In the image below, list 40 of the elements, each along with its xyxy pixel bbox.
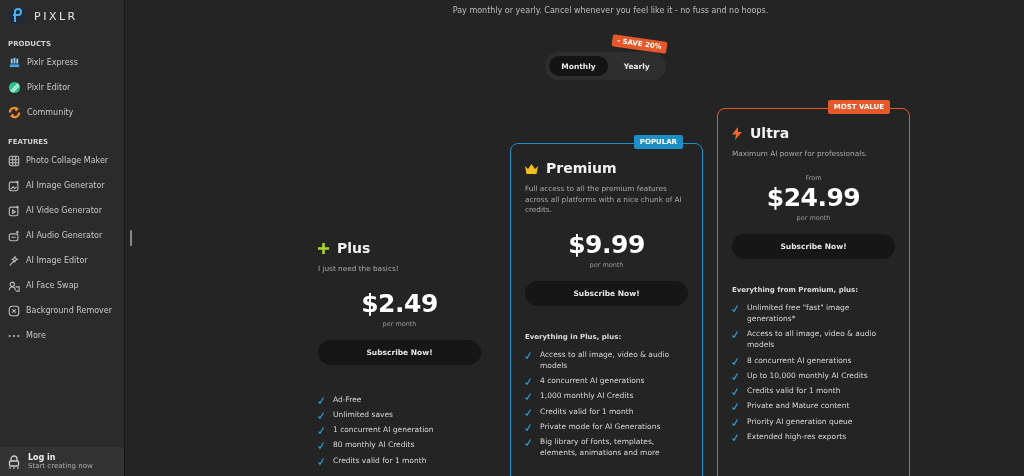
sidebar-item[interactable]: Background Remover [0,298,124,323]
video-sparkle-icon [8,204,20,217]
check-icon [525,424,531,431]
check-icon [732,331,738,339]
striped-circle-icon [8,81,21,94]
logo-icon [8,7,26,25]
cross-square-icon [8,304,20,317]
grid-icon [8,154,20,167]
sidebar-item[interactable]: More [0,323,124,348]
sidebar-item[interactable]: AI Audio Generator [0,223,124,248]
sidebar-item[interactable]: Pixlr Express [0,50,124,75]
subtitle-text: Pay monthly or yearly. Cancel whenever you feel like it - no fuss and no hoops. [451,6,769,15]
plan-price: $9.99 [568,229,645,259]
plan-name: Ultra [750,125,790,141]
plus-icon [318,242,329,254]
check-icon [525,351,531,359]
logo-text: PIXLR [34,9,78,23]
wand-icon [8,254,20,267]
plan-price: $2.49 [361,288,438,318]
sidebar-item[interactable]: Community [0,100,124,125]
audio-sparkle-icon [8,229,20,242]
plan-name: Premium [546,160,617,176]
bars-icon [8,56,21,69]
more-icon [8,333,20,338]
loop-icon [8,106,21,119]
sidebar-item[interactable]: AI Video Generator [0,198,124,223]
lightning-icon [732,126,742,140]
check-icon [732,304,738,312]
resize-handle[interactable] [130,230,132,246]
lock-icon [8,454,20,469]
plan-name: Plus [337,240,371,256]
person-swap-icon [8,279,20,292]
sidebar-item[interactable]: AI Image Generator [0,173,124,198]
image-sparkle-icon [8,179,20,192]
crown-icon [525,162,538,174]
sidebar-item[interactable]: Photo Collage Maker [0,148,124,173]
sidebar-item[interactable]: AI Image Editor [0,248,124,273]
sidebar-item[interactable]: Pixlr Editor [0,75,124,100]
sidebar-item[interactable]: AI Face Swap [0,273,124,298]
plan-price: $24.99 [766,182,861,212]
